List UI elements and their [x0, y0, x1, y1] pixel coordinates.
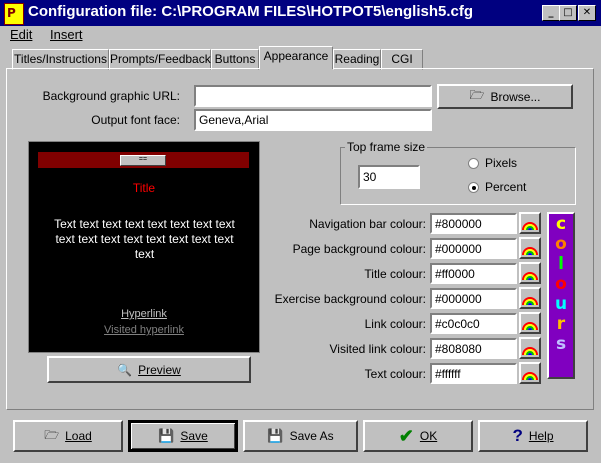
preview-title: Title — [132, 181, 156, 195]
menu-bar: Edit Insert — [0, 26, 601, 44]
visited-link-colour-input[interactable]: #808080 — [430, 338, 517, 359]
window-title: Configuration file: C:\PROGRAM FILES\HOT… — [28, 3, 474, 20]
floppy-disk-icon: 💾 — [267, 428, 284, 443]
ok-button[interactable]: ✔ OK — [363, 420, 473, 452]
tab-titles-instructions[interactable]: Titles/Instructions — [12, 49, 109, 70]
radio-percent[interactable] — [468, 182, 479, 193]
rainbow-icon — [522, 222, 538, 231]
page-background-colour-label: Page background colour: — [292, 242, 426, 256]
menu-insert[interactable]: Insert — [46, 26, 87, 43]
help-button[interactable]: ? Help — [478, 420, 588, 452]
exercise-background-colour-input[interactable]: #000000 — [430, 288, 517, 309]
link-colour-input[interactable]: #c0c0c0 — [430, 313, 517, 334]
radio-pixels-label: Pixels — [485, 156, 518, 170]
floppy-disk-icon: 💾 — [158, 428, 175, 443]
radio-pixels[interactable] — [468, 158, 479, 169]
save-as-button[interactable]: 💾 Save As — [243, 420, 358, 452]
rainbow-icon — [522, 297, 538, 306]
bg-url-input[interactable] — [194, 85, 432, 107]
browse-button[interactable]: 🗁 Browse... — [437, 84, 573, 109]
rainbow-picker-icon[interactable] — [519, 337, 541, 359]
rainbow-picker-icon[interactable] — [519, 212, 541, 234]
rainbow-picker-icon[interactable] — [519, 262, 541, 284]
rainbow-icon — [522, 372, 538, 381]
rainbow-icon — [522, 272, 538, 281]
bg-url-label: Background graphic URL: — [42, 89, 180, 103]
minimize-button[interactable]: _ — [542, 5, 560, 21]
folder-icon: 🗁 — [469, 88, 485, 102]
top-frame-legend: Top frame size — [345, 140, 428, 154]
preview-body-text: Text text text text text text text text … — [54, 217, 235, 261]
rainbow-picker-icon[interactable] — [519, 237, 541, 259]
text-colour-input[interactable]: #ffffff — [430, 363, 517, 384]
close-button[interactable]: ✕ — [578, 5, 596, 21]
rainbow-picker-icon[interactable] — [519, 287, 541, 309]
app-icon[interactable]: P — [4, 3, 24, 25]
folder-icon: 🗁 — [44, 427, 60, 442]
font-face-label: Output font face: — [91, 113, 180, 127]
exercise-background-colour-label: Exercise background colour: — [274, 292, 426, 306]
title-colour-label: Title colour: — [364, 267, 426, 281]
tab-cgi[interactable]: CGI — [381, 49, 423, 70]
tab-appearance[interactable]: Appearance — [259, 46, 333, 69]
top-frame-size-input[interactable]: 30 — [358, 165, 420, 189]
save-button[interactable]: 💾 Save — [128, 420, 238, 452]
rainbow-icon — [522, 347, 538, 356]
load-button[interactable]: 🗁 Load — [13, 420, 123, 452]
preview-nav-button: == — [120, 155, 166, 166]
checkmark-icon: ✔ — [398, 425, 414, 446]
text-colour-label: Text colour: — [364, 367, 426, 381]
rainbow-picker-icon[interactable] — [519, 312, 541, 334]
maximize-button[interactable]: □ — [559, 5, 577, 21]
page-background-colour-input[interactable]: #000000 — [430, 238, 517, 259]
navigation-bar-colour-label: Navigation bar colour: — [309, 217, 426, 231]
rainbow-icon — [522, 247, 538, 256]
tab-buttons[interactable]: Buttons — [211, 49, 259, 70]
title-bar: P Configuration file: C:\PROGRAM FILES\H… — [0, 0, 601, 26]
title-colour-input[interactable]: #ff0000 — [430, 263, 517, 284]
tab-reading[interactable]: Reading — [333, 49, 381, 70]
magnifier-icon: 🔍 — [117, 362, 133, 377]
menu-edit[interactable]: Edit — [6, 26, 36, 43]
tab-prompts-feedback[interactable]: Prompts/Feedback — [109, 49, 211, 70]
link-colour-label: Link colour: — [364, 317, 426, 331]
preview-nav-bar: == — [38, 152, 249, 168]
rainbow-icon — [522, 322, 538, 331]
rainbow-picker-icon[interactable] — [519, 362, 541, 384]
radio-percent-label: Percent — [485, 180, 527, 194]
colours-button[interactable]: c o l o u r s — [547, 212, 575, 379]
visited-link-colour-label: Visited link colour: — [329, 342, 427, 356]
navigation-bar-colour-input[interactable]: #800000 — [430, 213, 517, 234]
question-mark-icon: ? — [512, 426, 523, 445]
font-face-input[interactable]: Geneva,Arial — [194, 109, 432, 131]
